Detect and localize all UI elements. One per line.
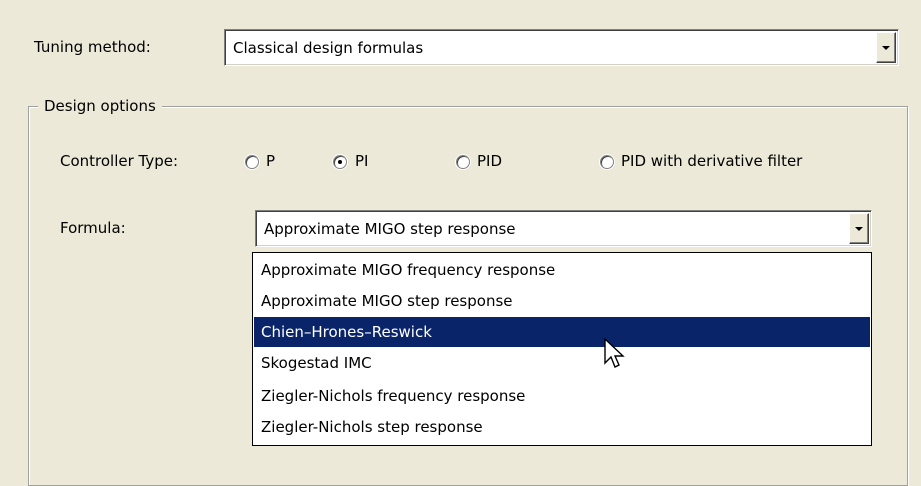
radio-pid-filter[interactable] (600, 155, 614, 169)
chevron-down-icon (855, 226, 863, 231)
formula-value: Approximate MIGO step response (264, 219, 516, 238)
tuning-method-value: Classical design formulas (233, 38, 424, 57)
list-item[interactable]: Ziegler-Nichols step response (254, 412, 870, 442)
list-item[interactable]: Approximate MIGO frequency response (254, 255, 870, 285)
list-item-highlighted[interactable]: Chien–Hrones–Reswick (254, 317, 870, 347)
tuning-method-label: Tuning method: (34, 38, 151, 56)
formula-label: Formula: (60, 219, 126, 237)
radio-pid[interactable] (456, 155, 470, 169)
formula-dropdown-button[interactable] (849, 213, 869, 244)
controller-type-label: Controller Type: (60, 152, 179, 170)
chevron-down-icon (882, 45, 890, 50)
radio-pi-label[interactable]: PI (355, 151, 368, 171)
radio-p-label[interactable]: P (266, 151, 275, 171)
formula-dropdown-list[interactable]: Approximate MIGO frequency response Appr… (252, 252, 872, 446)
list-item[interactable]: Skogestad IMC (254, 348, 870, 378)
design-options-legend: Design options (38, 96, 162, 116)
tuning-method-select[interactable]: Classical design formulas (224, 29, 899, 66)
tuning-method-dropdown-button[interactable] (876, 32, 896, 63)
radio-pid-filter-label[interactable]: PID with derivative filter (621, 151, 802, 171)
radio-pi[interactable] (333, 155, 347, 169)
radio-selected-dot (338, 160, 342, 164)
mouse-pointer-icon (604, 338, 625, 368)
radio-pid-label[interactable]: PID (477, 151, 502, 171)
radio-p[interactable] (245, 155, 259, 169)
list-item[interactable]: Approximate MIGO step response (254, 286, 870, 316)
list-item[interactable]: Ziegler-Nichols frequency response (254, 381, 870, 411)
formula-select[interactable]: Approximate MIGO step response (255, 210, 872, 247)
